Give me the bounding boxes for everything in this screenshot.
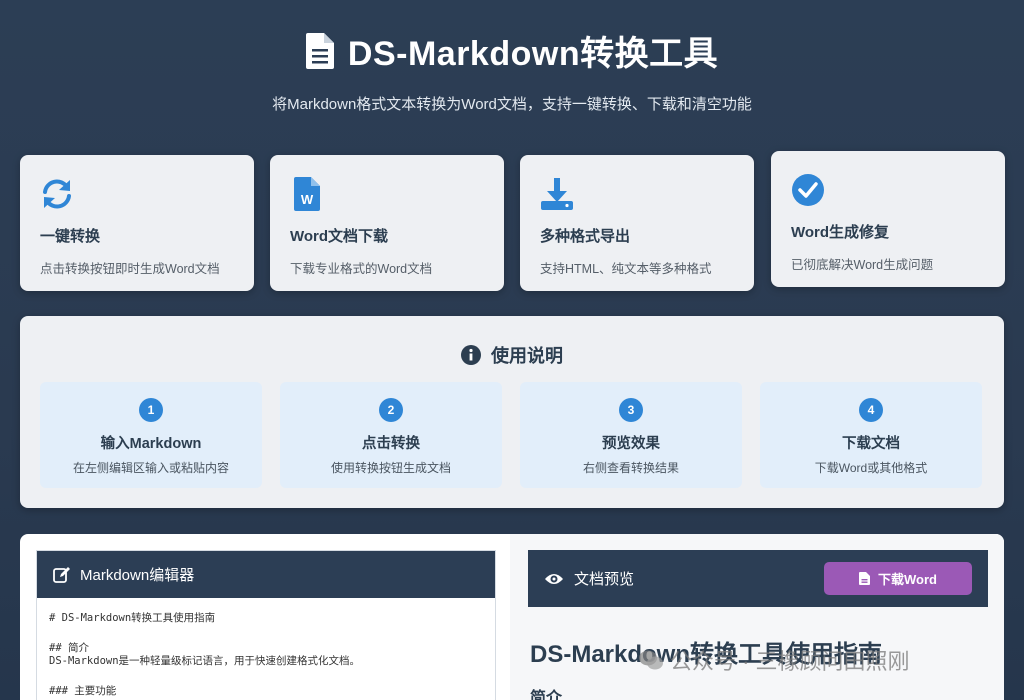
download-word-button[interactable]: 下载Word [824,562,972,595]
page-header: DS-Markdown转换工具 将Markdown格式文本转换为Word文档，支… [0,0,1024,114]
instructions-header: 使用说明 [20,342,1004,368]
step-number: 3 [619,398,643,422]
step-desc: 右侧查看转换结果 [582,461,679,475]
step-title: 下载文档 [842,436,900,452]
preview-header: 文档预览 下载Word [528,550,988,607]
step-number: 4 [859,398,883,422]
download-word-label: 下载Word [878,572,937,587]
feature-card-multi-export: 多种格式导出 支持HTML、纯文本等多种格式 [520,155,754,291]
feature-desc: 支持HTML、纯文本等多种格式 [540,262,712,276]
page-title: DS-Markdown转换工具 [347,35,719,73]
step-number: 2 [379,398,403,422]
step-number: 1 [139,398,163,422]
step-desc: 下载Word或其他格式 [814,461,928,475]
feature-card-word-download: W Word文档下载 下载专业格式的Word文档 [270,155,504,291]
step-title: 预览效果 [602,436,660,452]
editor-textarea[interactable]: # DS-Markdown转换工具使用指南 ## 简介 DS-Markdown是… [37,598,495,700]
editor-line: ## 简介 [49,642,89,654]
feature-title: 一键转换 [40,228,101,245]
step-card: 4 下载文档 下载Word或其他格式 [760,382,982,488]
watermark: 公众号 · 三橡顾问田照刚 [638,644,910,676]
feature-card-word-fix: Word生成修复 已彻底解决Word生成问题 [771,151,1005,287]
feature-title: 多种格式导出 [540,228,631,245]
eye-icon [545,573,563,584]
sync-icon [43,179,71,209]
editor-line: DS-Markdown是一种轻量级标记语言，用于快速创建格式化文档。 [49,655,361,667]
step-card: 1 输入Markdown 在左侧编辑区输入或粘贴内容 [40,382,262,488]
page-subtitle: 将Markdown格式文本转换为Word文档，支持一键转换、下载和清空功能 [272,96,752,113]
editor-header: Markdown编辑器 [37,551,495,598]
info-icon [461,345,481,365]
feature-title: Word文档下载 [290,228,389,245]
download-icon [541,178,573,210]
feature-desc: 点击转换按钮即时生成Word文档 [40,262,220,276]
steps-list: 1 输入Markdown 在左侧编辑区输入或粘贴内容 2 点击转换 使用转换按钮… [40,382,984,488]
wechat-icon [639,650,663,670]
word-file-icon: W [294,177,320,211]
step-title: 输入Markdown [100,436,202,452]
feature-desc: 下载专业格式的Word文档 [290,262,433,276]
instructions-panel: 使用说明 1 输入Markdown 在左侧编辑区输入或粘贴内容 2 点击转换 使… [20,316,1004,508]
file-document-icon [305,32,334,69]
editor-line: ### 主要功能 [49,685,117,697]
svg-text:W: W [301,192,314,207]
step-title: 点击转换 [362,436,420,452]
feature-title: Word生成修复 [791,224,890,241]
check-circle-icon [792,174,824,206]
editor-title: Markdown编辑器 [80,567,195,584]
editor-line: # DS-Markdown转换工具使用指南 [49,612,216,624]
preview-title: 文档预览 [574,571,635,588]
file-word-icon [859,572,870,585]
feature-card-convert: 一键转换 点击转换按钮即时生成Word文档 [20,155,254,291]
edit-icon [53,567,70,583]
step-card: 3 预览效果 右侧查看转换结果 [520,382,742,488]
step-card: 2 点击转换 使用转换按钮生成文档 [280,382,502,488]
step-desc: 在左侧编辑区输入或粘贴内容 [72,461,229,475]
instructions-title: 使用说明 [491,346,563,366]
title-row: DS-Markdown转换工具 [0,26,1024,75]
preview-doc-subheading: 简介 [530,690,563,700]
feature-desc: 已彻底解决Word生成问题 [791,258,934,272]
feature-cards: 一键转换 点击转换按钮即时生成Word文档 W Word文档下载 下载专业格式的… [20,151,1005,292]
markdown-editor: Markdown编辑器 # DS-Markdown转换工具使用指南 ## 简介 … [36,550,496,700]
watermark-text: 公众号 · 三橡顾问田照刚 [670,649,910,674]
step-desc: 使用转换按钮生成文档 [330,461,451,475]
